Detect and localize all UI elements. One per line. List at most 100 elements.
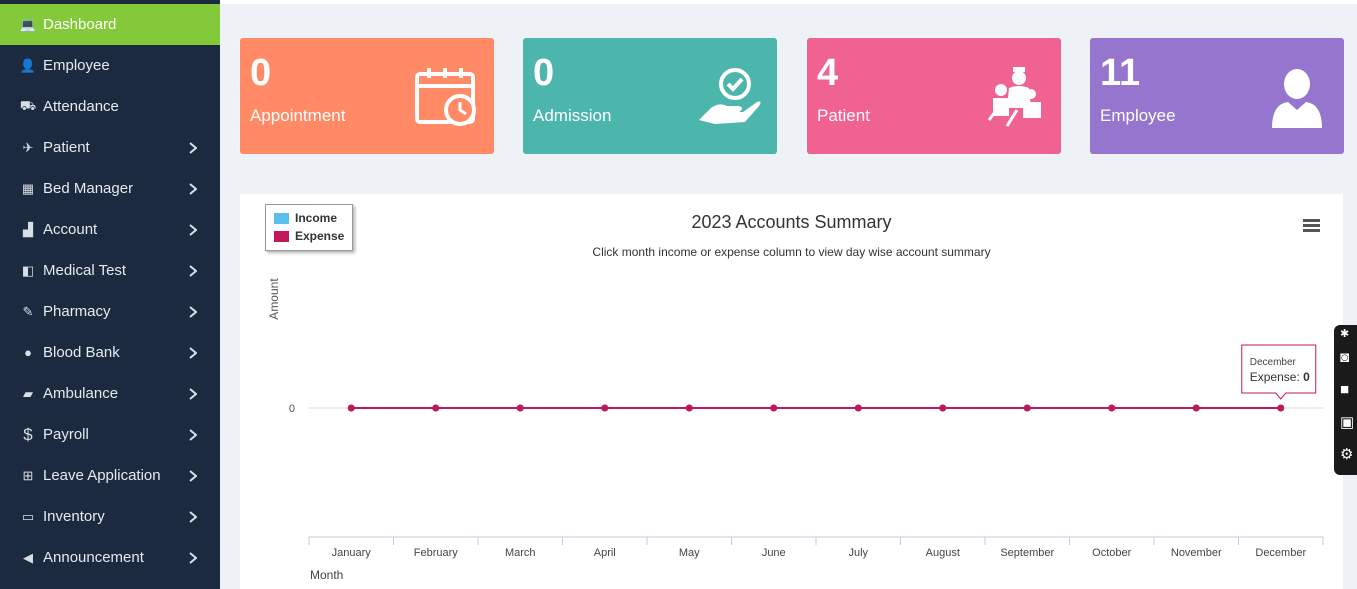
data-point-income[interactable] [1023,404,1031,412]
y-tick-label: 0 [289,403,295,415]
x-tick-label: December [1255,547,1306,559]
sidebar-item-label: Medical Test [43,262,127,279]
sidebar-item-blood-bank[interactable]: ● Blood Bank [0,332,220,373]
chevron-right-icon [186,305,200,318]
data-point-income[interactable] [1277,404,1285,412]
data-point-income[interactable] [854,404,862,412]
stat-label: Employee [1100,106,1176,125]
sidebar-item-inventory[interactable]: ▭ Inventory [0,496,220,537]
x-tick-label: June [762,547,786,559]
data-point-income[interactable] [516,404,524,412]
gallery-icon[interactable]: ▣ [1340,413,1354,431]
stat-count: 0 [250,52,272,94]
data-point-expense[interactable] [347,404,355,412]
lab-icon: ◧ [21,262,35,278]
sidebar-item-label: Ambulance [43,385,119,402]
x-tick-label: July [848,547,868,559]
stat-card-employee[interactable]: 11 Employee [1090,38,1344,154]
sidebar-item-label: Leave Application [43,467,161,484]
stat-label: Appointment [250,106,346,125]
calendar-grid-icon: ⊞ [22,467,34,483]
stat-count: 0 [533,52,555,94]
sidebar-item-account[interactable]: ▟ Account [0,209,220,250]
x-tick-label: April [594,547,616,559]
data-point-expense[interactable] [516,404,524,412]
chevron-right-icon [186,510,200,523]
stat-count: 4 [817,52,839,94]
floating-toolbar: ✱ ◙ ■ ▣ ⚙ [1334,325,1357,475]
chevron-right-icon [186,141,200,154]
x-tick-label: August [926,547,960,559]
data-point-expense[interactable] [1277,404,1285,412]
sidebar-item-ambulance[interactable]: ▰ Ambulance [0,373,220,414]
chevron-right-icon [186,182,200,195]
data-point-expense[interactable] [1192,404,1200,412]
laptop-icon: 💻 [19,16,37,32]
sidebar-item-payroll[interactable]: $ Payroll [0,414,220,455]
megaphone-icon: ◀ [23,549,33,565]
bar-chart-icon: ▟ [23,221,33,237]
tooltip-series: Expense: 0 [1250,370,1310,384]
sidebar-item-pharmacy[interactable]: ✎ Pharmacy [0,291,220,332]
hand-heart-icon [697,64,763,130]
stat-card-admission[interactable]: 0 Admission [523,38,777,154]
data-point-income[interactable] [770,404,778,412]
data-point-expense[interactable] [1108,404,1116,412]
pin-icon[interactable]: ✱ [1340,327,1349,340]
stat-label: Admission [533,106,612,125]
settings-gear-icon[interactable]: ⚙ [1340,445,1353,463]
data-point-expense[interactable] [854,404,862,412]
sidebar-item-patient[interactable]: ✈ Patient [0,127,220,168]
sidebar-item-label: Patient [43,139,90,156]
tooltip-value: 0 [1303,370,1310,384]
dollar-icon: $ [23,424,33,444]
data-point-expense[interactable] [601,404,609,412]
stat-card-appointment[interactable]: 0 Appointment [240,38,494,154]
sidebar: 💻 Dashboard 👤 Employee ⛟ Attendance ✈ Patient ▦ B… [0,0,220,589]
camera-icon[interactable]: ◙ [1340,349,1349,366]
x-axis-label: Month [310,568,343,582]
chart-subtitle: Click month income or expense column to … [592,245,991,259]
keyboard-icon: ▭ [21,508,35,524]
data-point-income[interactable] [347,404,355,412]
data-point-expense[interactable] [432,404,440,412]
x-tick-label: January [332,547,372,559]
sidebar-item-medical-test[interactable]: ◧ Medical Test [0,250,220,291]
x-tick-label: November [1171,547,1222,559]
video-icon[interactable]: ■ [1340,381,1349,398]
data-point-income[interactable] [685,404,693,412]
sidebar-item-label: Account [43,221,98,238]
attendance-icon: ⛟ [19,97,37,113]
sidebar-item-announcement[interactable]: ◀ Announcement [0,537,220,578]
sidebar-item-attendance[interactable]: ⛟ Attendance [0,86,220,127]
chart-menu-icon[interactable] [1303,219,1321,233]
tooltip-month: December [1250,357,1297,368]
data-point-income[interactable] [601,404,609,412]
tooltip-box [1241,344,1317,400]
chevron-right-icon [186,551,200,564]
data-point-expense[interactable] [1023,404,1031,412]
sidebar-item-leave-application[interactable]: ⊞ Leave Application [0,455,220,496]
chart-tooltip: December Expense: 0 [1241,344,1317,400]
data-point-expense[interactable] [770,404,778,412]
pills-icon: ✎ [22,303,34,319]
sidebar-item-label: Announcement [43,549,144,566]
x-tick-label: May [679,547,700,559]
data-point-expense[interactable] [685,404,693,412]
stat-count: 11 [1100,52,1141,94]
data-point-income[interactable] [1192,404,1200,412]
accounts-summary-chart-panel: Income Expense 2023 Accounts Summary Cli… [240,194,1343,589]
calendar-clock-icon [414,64,480,130]
sidebar-item-employee[interactable]: 👤 Employee [0,45,220,86]
stat-card-patient[interactable]: 4 Patient [807,38,1061,154]
sidebar-item-bed-manager[interactable]: ▦ Bed Manager [0,168,220,209]
data-point-income[interactable] [432,404,440,412]
x-tick-label: February [414,547,459,559]
data-point-income[interactable] [939,404,947,412]
chart-title: 2023 Accounts Summary [691,212,892,232]
data-point-expense[interactable] [939,404,947,412]
chevron-right-icon [186,264,200,277]
stat-label: Patient [817,106,870,125]
sidebar-item-dashboard[interactable]: 💻 Dashboard [0,4,220,45]
data-point-income[interactable] [1108,404,1116,412]
